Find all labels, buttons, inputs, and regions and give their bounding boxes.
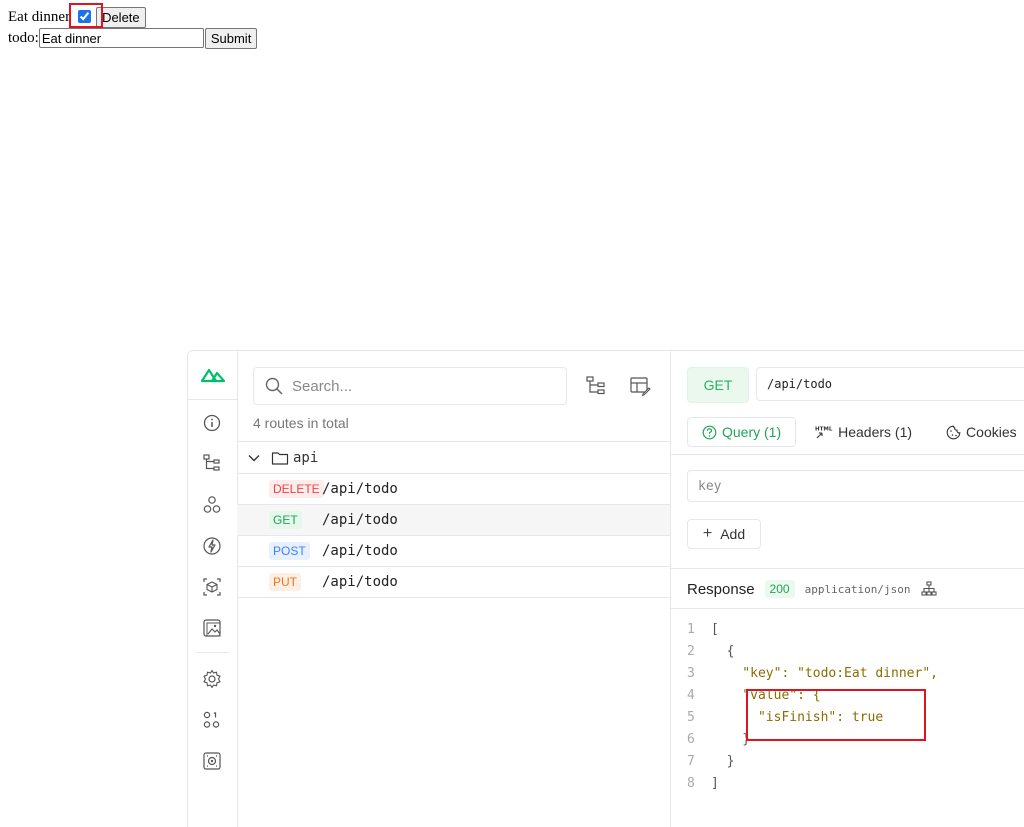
todo-form: todo: Submit	[8, 27, 258, 49]
add-query-button[interactable]: + Add	[687, 519, 761, 549]
method-badge-post: POST	[269, 542, 310, 560]
line-number: 1	[687, 622, 695, 637]
method-badge-put: PUT	[269, 573, 301, 591]
tabs-divider	[671, 454, 1024, 455]
code-line: 3 "key": "todo:Eat dinner",	[687, 663, 938, 685]
tab-query-label: Query (1)	[722, 424, 782, 440]
request-tabs: Query (1) HTML Headers (1) Cookies	[687, 417, 1024, 447]
route-item-delete[interactable]: DELETE /api/todo	[237, 473, 670, 504]
html-tag-icon: HTML	[815, 425, 833, 439]
code-line: 8]	[687, 773, 938, 795]
checkbox-annotation-box	[69, 3, 103, 28]
code-text: {	[711, 644, 735, 659]
submit-button[interactable]: Submit	[204, 27, 258, 49]
todo-app: Eat dinner Delete todo: Submit	[0, 0, 1024, 60]
route-path: /api/todo	[322, 512, 398, 528]
code-text: }	[711, 732, 751, 747]
folder-icon	[271, 451, 289, 465]
line-number: 6	[687, 732, 695, 747]
overview-icon[interactable]	[202, 413, 222, 433]
search-box[interactable]	[253, 367, 567, 405]
line-number: 2	[687, 644, 695, 659]
code-line: 2 {	[687, 641, 938, 663]
route-count: 4 routes in total	[253, 415, 349, 431]
devtools-panel: 4 routes in total api DELETE /api/todo G…	[187, 350, 1024, 827]
json-annotation-box	[746, 689, 926, 741]
table-edit-icon[interactable]	[629, 375, 651, 397]
settings-gear-icon[interactable]	[202, 669, 222, 689]
question-circle-icon	[702, 425, 717, 440]
request-method[interactable]: GET	[687, 367, 749, 403]
devtools-sidebar	[188, 351, 238, 827]
route-folder-label: api	[293, 449, 319, 466]
json-tree-view-icon[interactable]	[920, 581, 937, 597]
tab-headers[interactable]: HTML Headers (1)	[800, 417, 927, 447]
route-list: api DELETE /api/todo GET /api/todo POST …	[237, 441, 670, 598]
tab-query[interactable]: Query (1)	[687, 417, 797, 447]
tab-headers-label: Headers (1)	[838, 424, 913, 440]
route-path: /api/todo	[322, 481, 398, 497]
route-folder-api[interactable]: api	[237, 441, 670, 473]
components-icon[interactable]	[202, 495, 222, 515]
route-item-post[interactable]: POST /api/todo	[237, 535, 670, 566]
response-title: Response	[687, 580, 755, 598]
code-text: "key": "todo:Eat dinner",	[711, 666, 938, 681]
sidebar-divider	[196, 652, 229, 653]
response-divider-top	[671, 568, 1024, 569]
method-badge-delete: DELETE	[269, 480, 324, 498]
modules-cube-icon[interactable]	[202, 577, 222, 597]
line-number: 8	[687, 776, 695, 791]
line-number: 3	[687, 666, 695, 681]
todo-input[interactable]	[38, 28, 204, 48]
runtime-config-icon[interactable]	[202, 710, 222, 730]
nuxt-logo[interactable]	[188, 351, 237, 400]
plugins-bolt-icon[interactable]	[202, 536, 222, 556]
add-query-label: Add	[720, 526, 746, 542]
route-item-get[interactable]: GET /api/todo	[237, 504, 670, 535]
chevron-down-icon	[248, 454, 260, 461]
method-badge-get: GET	[269, 511, 302, 529]
status-badge: 200	[764, 580, 795, 598]
content-type: application/json	[804, 582, 911, 596]
plus-icon: +	[702, 525, 713, 542]
nuxt-logo-icon	[200, 368, 225, 383]
request-url-field[interactable]: /api/todo	[756, 367, 1024, 401]
cookie-icon	[946, 425, 961, 440]
pages-tree-icon[interactable]	[202, 453, 222, 473]
route-path: /api/todo	[322, 574, 398, 590]
route-item-put[interactable]: PUT /api/todo	[237, 566, 670, 598]
code-text: ]	[711, 776, 719, 791]
svg-text:HTML: HTML	[815, 427, 833, 433]
delete-button[interactable]: Delete	[96, 6, 146, 28]
query-key-input[interactable]: key	[687, 470, 1024, 502]
tab-cookies[interactable]: Cookies	[931, 417, 1024, 447]
code-text: [	[711, 622, 719, 637]
route-detail-panel: GET /api/todo Query (1) HTML Headers (1)…	[671, 351, 1024, 827]
tab-cookies-label: Cookies	[966, 424, 1017, 440]
response-divider-bottom	[671, 608, 1024, 609]
search-icon	[265, 377, 283, 395]
todo-item-label: Eat dinner	[8, 9, 71, 25]
code-line: 1[	[687, 619, 938, 641]
nuxt-devtools-icon[interactable]	[202, 751, 222, 771]
line-number: 4	[687, 688, 695, 703]
search-input[interactable]	[290, 376, 554, 396]
assets-image-icon[interactable]	[202, 618, 222, 638]
route-path: /api/todo	[322, 543, 398, 559]
response-header: Response 200 application/json	[687, 579, 937, 599]
code-text: }	[711, 754, 735, 769]
todo-form-label: todo:	[8, 29, 39, 46]
line-number: 7	[687, 754, 695, 769]
code-line: 7 }	[687, 751, 938, 773]
tree-view-icon[interactable]	[585, 375, 607, 397]
routes-panel: 4 routes in total api DELETE /api/todo G…	[237, 351, 671, 827]
line-number: 5	[687, 710, 695, 725]
